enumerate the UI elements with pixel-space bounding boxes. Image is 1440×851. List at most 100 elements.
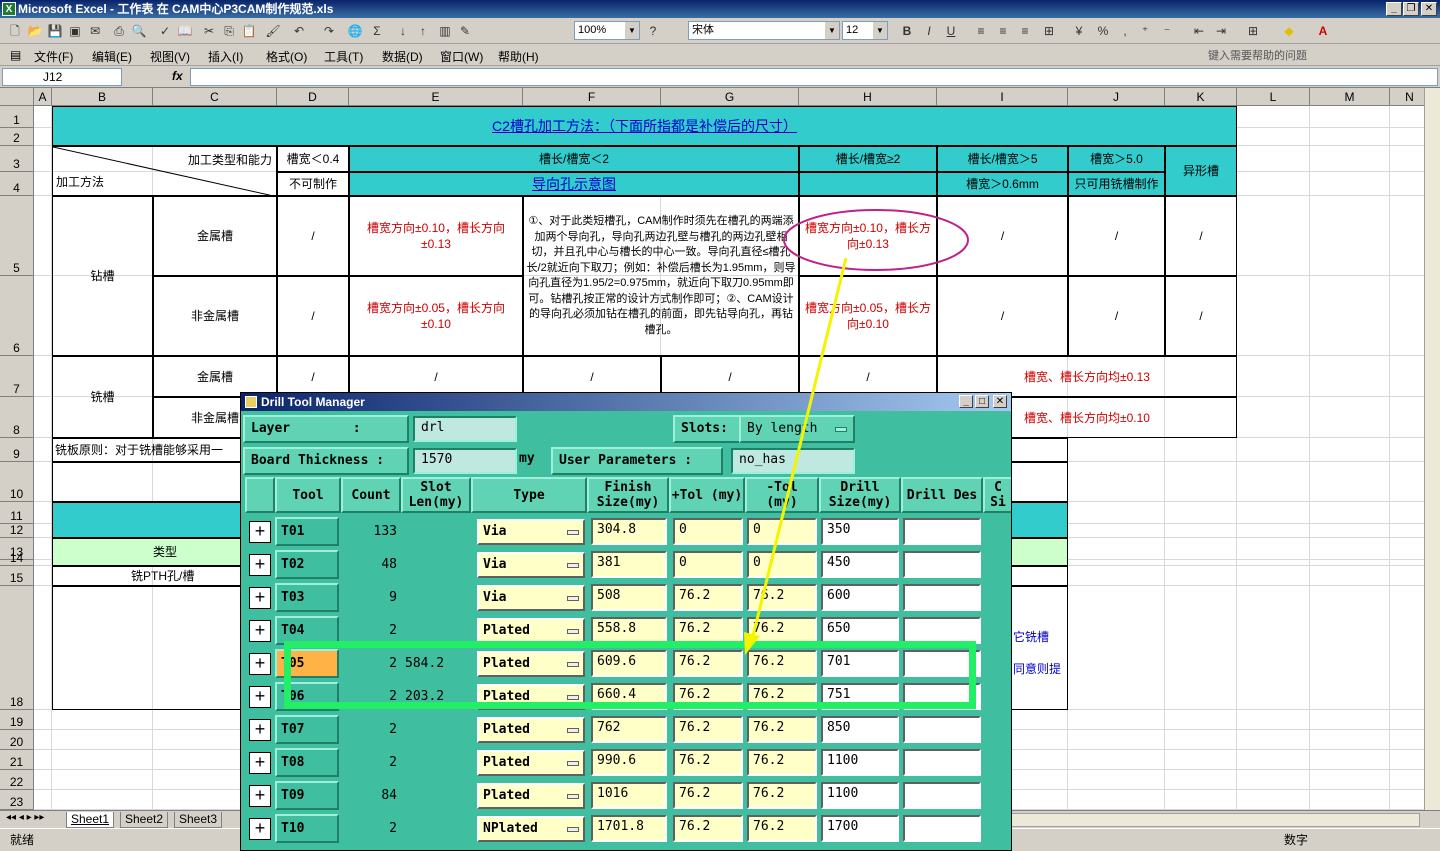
drill-des-input[interactable] — [903, 749, 981, 776]
row-header-5[interactable]: 5 — [0, 196, 34, 276]
header-minus-tol[interactable]: -Tol (my) — [745, 477, 819, 513]
nonmetal-slot-label[interactable]: 非金属槽 — [153, 276, 277, 356]
menu-view[interactable]: 视图(V) — [150, 48, 190, 65]
tool-name[interactable]: T10 — [275, 814, 339, 843]
header-drill-size[interactable]: Drill Size(my) — [819, 477, 901, 513]
slots-dropdown[interactable]: By length — [739, 415, 855, 443]
cell-k6[interactable]: / — [1165, 276, 1237, 356]
expand-plus-icon[interactable]: + — [249, 785, 271, 807]
drill-size-input[interactable]: 1700 — [821, 815, 899, 842]
cell-f7[interactable]: / — [523, 356, 661, 397]
menu-format[interactable]: 格式(O) — [266, 48, 307, 65]
underline-icon[interactable]: U — [942, 22, 960, 40]
font-size-combo[interactable]: 12 ▼ — [842, 21, 888, 40]
new-icon[interactable]: 🗋 — [6, 22, 24, 40]
bold-icon[interactable]: B — [898, 22, 916, 40]
cell-k5[interactable]: / — [1165, 196, 1237, 276]
header-type[interactable]: Type — [471, 477, 587, 513]
mill-slot-label[interactable]: 铣槽 — [52, 356, 153, 438]
minus-tol-input[interactable]: 76.2 — [747, 584, 817, 611]
finish-size-input[interactable]: 508 — [591, 584, 667, 611]
cell-j6[interactable]: / — [1068, 276, 1165, 356]
select-all-corner[interactable] — [0, 88, 34, 106]
column-header-h[interactable]: H — [799, 88, 937, 106]
drill-des-input[interactable] — [903, 617, 981, 644]
finish-size-input[interactable]: 1016 — [591, 782, 667, 809]
merge-center-icon[interactable]: ⊞ — [1040, 22, 1058, 40]
drill-slot-label[interactable]: 钻槽 — [52, 196, 153, 356]
row-header-3[interactable]: 3 — [0, 146, 34, 172]
tool-name[interactable]: T09 — [275, 781, 339, 810]
row-header-8[interactable]: 8 — [0, 397, 34, 438]
header-tool[interactable]: Tool — [275, 477, 341, 513]
header-count[interactable]: Count — [341, 477, 401, 513]
menu-data[interactable]: 数据(D) — [382, 48, 423, 65]
tab-scroll-icon[interactable]: ◂◂ ◂ ▸ ▸▸ — [6, 812, 44, 823]
header-finish-size[interactable]: Finish Size(my) — [587, 477, 669, 513]
paste-icon[interactable]: 📋 — [240, 22, 258, 40]
align-left-icon[interactable]: ≡ — [972, 22, 990, 40]
finish-size-input[interactable]: 381 — [591, 551, 667, 578]
header-d4[interactable]: 不可制作 — [277, 172, 349, 196]
column-header-i[interactable]: I — [937, 88, 1068, 106]
cell-g7[interactable]: / — [661, 356, 799, 397]
row-header-22[interactable]: 22 — [0, 770, 34, 790]
plus-tol-input[interactable]: 76.2 — [673, 716, 743, 743]
column-header-e[interactable]: E — [349, 88, 523, 106]
column-header-b[interactable]: B — [52, 88, 153, 106]
header-slot-len[interactable]: Slot Len(my) — [401, 477, 471, 513]
tool-name[interactable]: T07 — [275, 715, 339, 744]
row-header-19[interactable]: 19 — [0, 710, 34, 730]
fill-color-icon[interactable]: ◆ — [1280, 22, 1298, 40]
finish-size-input[interactable]: 558.8 — [591, 617, 667, 644]
column-header-d[interactable]: D — [277, 88, 349, 106]
header-drill-des[interactable]: Drill Des — [901, 477, 983, 513]
cell-d7[interactable]: / — [277, 356, 349, 397]
sort-desc-icon[interactable]: ↑ — [414, 22, 432, 40]
column-header-l[interactable]: L — [1237, 88, 1310, 106]
drill-des-input[interactable] — [903, 782, 981, 809]
tool-name[interactable]: T03 — [275, 583, 339, 612]
header-j4[interactable]: 只可用铣槽制作 — [1068, 172, 1165, 196]
cut-icon[interactable]: ✂ — [200, 22, 218, 40]
cell-f56-notes[interactable]: ①、对于此类短槽孔，CAM制作时须先在槽孔的两端添加两个导向孔，导向孔两边孔壁与… — [523, 196, 799, 356]
header-extra[interactable]: C Si — [983, 477, 1011, 513]
tool-name[interactable]: T01 — [275, 517, 339, 546]
cell-e6[interactable]: 槽宽方向±0.05，槽长方向±0.10 — [349, 276, 523, 356]
header-e3[interactable]: 槽长/槽宽＜2 — [349, 146, 799, 172]
decrease-indent-icon[interactable]: ⇤ — [1190, 22, 1208, 40]
row-header-10[interactable]: 10 — [0, 462, 34, 502]
plus-tol-input[interactable]: 76.2 — [673, 815, 743, 842]
header-h3[interactable]: 槽长/槽宽≥2 — [799, 146, 937, 172]
plus-tol-input[interactable]: 76.2 — [673, 749, 743, 776]
decrease-decimal-icon[interactable]: ⁻ — [1158, 22, 1176, 40]
drill-des-input[interactable] — [903, 716, 981, 743]
metal-slot-label[interactable]: 金属槽 — [153, 196, 277, 276]
increase-decimal-icon[interactable]: ⁺ — [1136, 22, 1154, 40]
plus-tol-input[interactable]: 0 — [673, 518, 743, 545]
header-h4[interactable] — [799, 172, 937, 196]
help-search-input[interactable]: 键入需要帮助的问题 — [1208, 47, 1388, 63]
drill-size-input[interactable]: 600 — [821, 584, 899, 611]
italic-icon[interactable]: I — [920, 22, 938, 40]
row-header-18[interactable]: 18 — [0, 586, 34, 710]
borders-icon[interactable]: ⊞ — [1244, 22, 1262, 40]
open-icon[interactable]: 📂 — [26, 22, 44, 40]
header-plus-tol[interactable]: +Tol (my) — [669, 477, 745, 513]
row-header-20[interactable]: 20 — [0, 730, 34, 750]
tool-type-dropdown[interactable]: Plated — [477, 783, 585, 809]
header-d3[interactable]: 槽宽＜0.4 — [277, 146, 349, 172]
column-header-j[interactable]: J — [1068, 88, 1165, 106]
zoom-combo[interactable]: 100% ▼ — [574, 21, 640, 40]
drill-size-input[interactable]: 1100 — [821, 782, 899, 809]
minimize-button[interactable]: _ — [1386, 2, 1402, 16]
spelling-icon[interactable]: ✓ — [156, 22, 174, 40]
percent-icon[interactable]: % — [1094, 22, 1112, 40]
expand-plus-icon[interactable]: + — [249, 587, 271, 609]
header-i4[interactable]: 槽宽＞0.6mm — [937, 172, 1068, 196]
redo-icon[interactable]: ↷ — [320, 22, 338, 40]
column-header-n[interactable]: N — [1390, 88, 1424, 106]
font-color-icon[interactable]: A — [1314, 22, 1332, 40]
copy-icon[interactable]: ⎘ — [220, 22, 238, 40]
autosum-icon[interactable]: Σ — [368, 22, 386, 40]
